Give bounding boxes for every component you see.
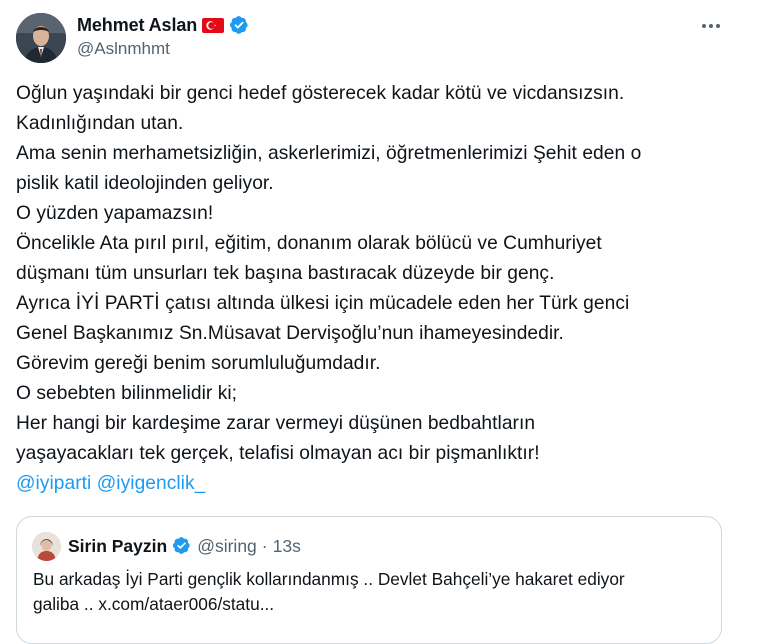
more-options-button[interactable] xyxy=(694,12,728,40)
tweet-text-line: yaşayacakları tek gerçek, telafisi olmay… xyxy=(16,443,540,464)
tweet-text-line: pislik katil ideolojinden geliyor. xyxy=(16,173,274,194)
mention-link-iyigenclik[interactable]: @iyigenclik_ xyxy=(97,473,206,494)
quoted-text-line: Bu arkadaş İyi Parti gençlik kollarından… xyxy=(33,569,625,589)
tweet-text-line: O sebebten bilinmelidir ki; xyxy=(16,383,238,404)
tweet: Mehmet Aslan @Aslnmhmt Oğlun yaşındaki b… xyxy=(0,0,761,644)
turkey-flag-icon xyxy=(202,17,225,33)
tweet-text: Oğlun yaşındaki bir genci hedef gösterec… xyxy=(16,79,751,499)
author-name-row: Mehmet Aslan xyxy=(77,13,249,37)
quoted-text: Bu arkadaş İyi Parti gençlik kollarından… xyxy=(33,567,713,617)
tweet-text-line: Öncelikle Ata pırıl pırıl, eğitim, donan… xyxy=(16,233,602,254)
author-avatar[interactable] xyxy=(16,13,66,63)
verified-badge-icon xyxy=(172,536,192,556)
quoted-tweet-card[interactable]: Sirin Payzin @siring · 13s Bu arkadaş İy… xyxy=(16,516,722,644)
tweet-text-line: Görevim gereği benim sorumluluğumdadır. xyxy=(16,353,381,374)
tweet-text-line: düşmanı tüm unsurları tek başına bastıra… xyxy=(16,263,555,284)
quoted-handle[interactable]: @siring xyxy=(197,536,257,557)
quoted-display-name[interactable]: Sirin Payzin xyxy=(68,536,167,557)
tweet-text-line: O yüzden yapamazsın! xyxy=(16,203,214,224)
more-horizontal-icon xyxy=(702,24,720,28)
quoted-text-line: galiba .. x.com/ataer006/statu... xyxy=(33,594,275,614)
tweet-text-line: Genel Başkanımız Sn.Müsavat Dervişoğlu’n… xyxy=(16,323,564,344)
quoted-author-avatar[interactable] xyxy=(32,532,61,561)
author-handle[interactable]: @Aslnmhmt xyxy=(77,39,170,59)
tweet-text-line: Ama senin merhametsizliğin, askerlerimiz… xyxy=(16,143,642,164)
tweet-text-line: Ayrıca İYİ PARTİ çatısı altında ülkesi i… xyxy=(16,293,630,314)
quoted-timestamp[interactable]: 13s xyxy=(273,536,301,557)
quoted-separator: · xyxy=(261,535,268,556)
mention-link-iyiparti[interactable]: @iyiparti xyxy=(16,473,91,494)
tweet-text-line: Oğlun yaşındaki bir genci hedef gösterec… xyxy=(16,83,625,104)
quoted-header: Sirin Payzin @siring · 13s xyxy=(68,534,301,558)
author-display-name[interactable]: Mehmet Aslan xyxy=(77,15,197,36)
tweet-text-line: Her hangi bir kardeşime zarar vermeyi dü… xyxy=(16,413,536,434)
verified-badge-icon xyxy=(229,15,249,35)
tweet-text-line: Kadınlığından utan. xyxy=(16,113,184,134)
mentions-line: @iyiparti @iyigenclik_ xyxy=(16,469,751,499)
